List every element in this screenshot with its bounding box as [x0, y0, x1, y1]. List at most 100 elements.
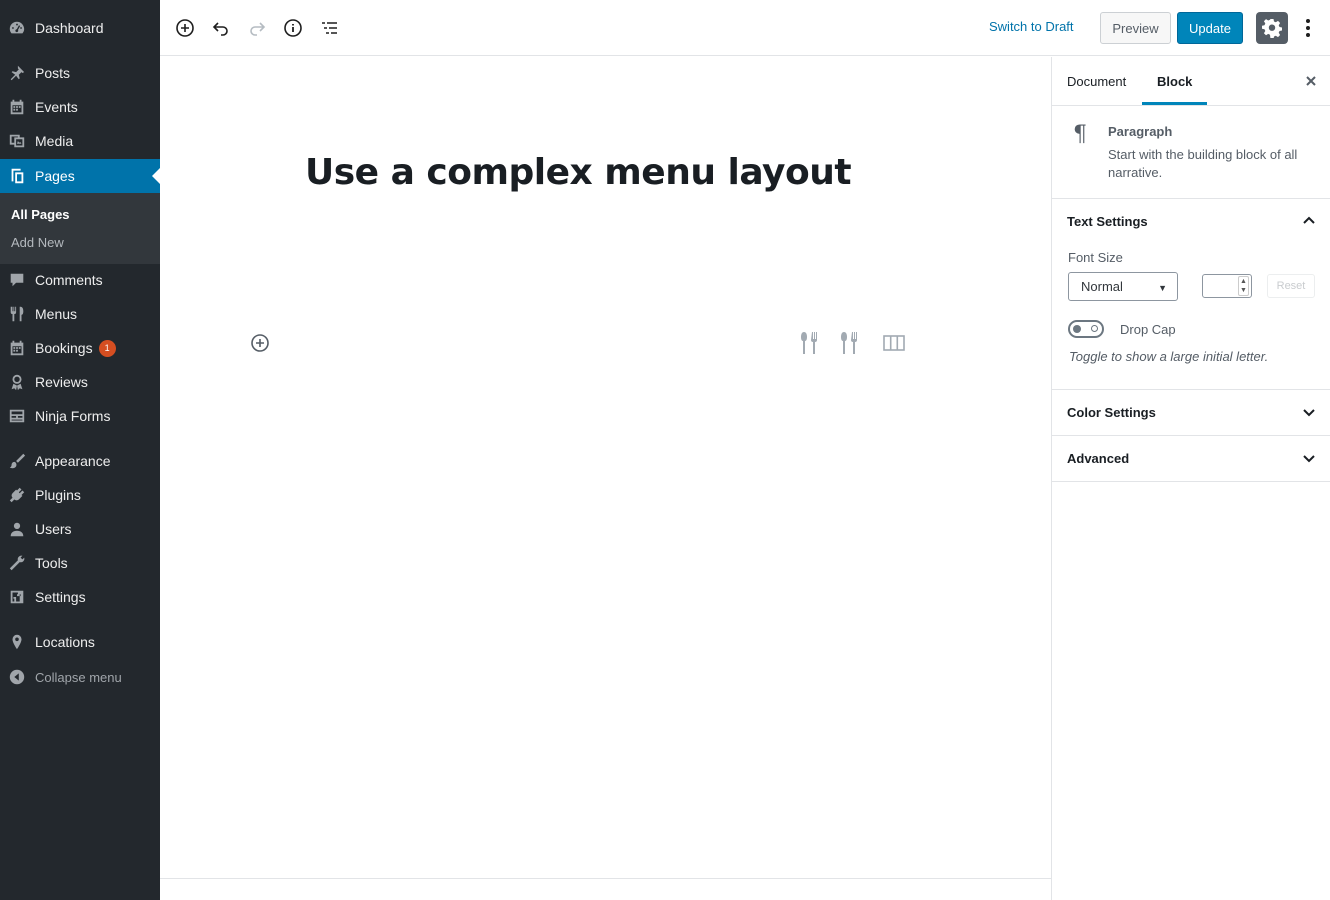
toggle-knob [1073, 325, 1081, 333]
preview-button[interactable]: Preview [1100, 12, 1171, 44]
menu-item-users[interactable]: Users [0, 512, 160, 546]
tab-block[interactable]: Block [1142, 57, 1208, 105]
menu-item-pages[interactable]: Pages [0, 159, 160, 193]
block-card-description: Start with the building block of all nar… [1108, 147, 1298, 180]
menu-label: Users [35, 521, 72, 537]
menu-item-comments[interactable]: Comments [0, 263, 160, 297]
menu-item-events[interactable]: Events [0, 90, 160, 124]
form-icon [7, 406, 27, 426]
menu-block-shortcut[interactable] [801, 330, 825, 356]
menu-item-ninja-forms[interactable]: Ninja Forms [0, 399, 160, 433]
editor-canvas: Use a complex menu layout [160, 57, 1051, 900]
award-icon [7, 372, 27, 392]
text-settings-toggle[interactable]: Text Settings [1067, 214, 1148, 229]
columns-icon [883, 335, 905, 351]
panel-divider [1052, 389, 1330, 390]
post-title[interactable]: Use a complex menu layout [305, 152, 852, 193]
columns-block-shortcut[interactable] [882, 330, 906, 356]
pin-icon [7, 63, 27, 83]
settings-sidebar: Document Block ¶ Paragraph Start with th… [1051, 57, 1330, 900]
collapse-menu-button[interactable]: Collapse menu [0, 660, 160, 694]
media-icon [7, 131, 27, 151]
submenu-all-pages[interactable]: All Pages [11, 207, 70, 222]
menu-item-posts[interactable]: Posts [0, 56, 160, 90]
calendar-icon [7, 338, 27, 358]
menu-item-reviews[interactable]: Reviews [0, 365, 160, 399]
menu-item-dashboard[interactable]: Dashboard [0, 11, 160, 45]
submenu-add-new[interactable]: Add New [11, 235, 64, 250]
update-button[interactable]: Update [1177, 12, 1243, 44]
paragraph-icon: ¶ [1073, 122, 1087, 147]
menu-item-appearance[interactable]: Appearance [0, 444, 160, 478]
redo-button[interactable] [245, 16, 269, 40]
undo-button[interactable] [209, 16, 233, 40]
canvas-divider [160, 878, 1051, 879]
menu-item-media[interactable]: Media [0, 124, 160, 158]
number-spinner[interactable]: ▲ ▼ [1238, 276, 1249, 296]
more-options-button[interactable] [1298, 16, 1318, 40]
calendar-icon [7, 97, 27, 117]
plug-icon [7, 485, 27, 505]
menu-label: Events [35, 99, 78, 115]
menu-label: Reviews [35, 374, 88, 390]
block-card-title: Paragraph [1108, 124, 1173, 139]
switch-to-draft-button[interactable]: Switch to Draft [989, 19, 1074, 34]
wrench-icon [7, 553, 27, 573]
dashboard-icon [7, 18, 27, 38]
menu-item-bookings[interactable]: Bookings 1 [0, 331, 160, 365]
advanced-toggle[interactable]: Advanced [1067, 451, 1129, 466]
menu-item-locations[interactable]: Locations [0, 625, 160, 659]
font-size-select[interactable]: Normal ▼ [1068, 272, 1178, 301]
menu-label: Locations [35, 634, 95, 650]
menu-item-tools[interactable]: Tools [0, 546, 160, 580]
vertical-ellipsis-icon [1306, 19, 1310, 37]
menu-label: Settings [35, 589, 86, 605]
menu-item-plugins[interactable]: Plugins [0, 478, 160, 512]
font-size-label: Font Size [1068, 250, 1123, 265]
fork-spoon-icon [841, 332, 857, 354]
font-size-value: Normal [1081, 279, 1123, 294]
drop-cap-help: Toggle to show a large initial letter. [1069, 349, 1269, 364]
drop-cap-label: Drop Cap [1120, 322, 1176, 337]
panel-divider [1052, 481, 1330, 482]
menu-label: Menus [35, 306, 78, 322]
toggle-off-indicator [1091, 325, 1098, 332]
menu-label: Bookings [35, 340, 93, 356]
list-icon [322, 22, 337, 34]
comment-icon [7, 270, 27, 290]
panel-divider [1052, 435, 1330, 436]
info-icon [284, 19, 302, 37]
menu-label: Appearance [35, 453, 111, 469]
close-sidebar-button[interactable] [1302, 72, 1320, 90]
reset-font-size-button[interactable]: Reset [1267, 274, 1315, 298]
menu-item-menus[interactable]: Menus [0, 297, 160, 331]
settings-toggle-button[interactable] [1256, 12, 1288, 44]
color-settings-toggle[interactable]: Color Settings [1067, 405, 1156, 420]
gear-icon [1262, 19, 1282, 38]
sidebar-tabs: Document Block [1052, 57, 1330, 106]
fork-spoon-icon [801, 332, 817, 354]
inline-inserter-button[interactable] [250, 333, 270, 353]
chevron-up-icon[interactable] [1302, 214, 1316, 228]
collapse-arrow-icon [7, 667, 27, 687]
menu-label: Tools [35, 555, 68, 571]
editor-header-toolbar: Switch to Draft Preview Update [160, 0, 1330, 56]
caret-down-icon: ▼ [1158, 283, 1167, 293]
redo-icon [250, 22, 266, 36]
tab-document[interactable]: Document [1067, 57, 1126, 105]
menu-label: Comments [35, 272, 103, 288]
plus-circle-icon [176, 19, 194, 37]
chevron-down-icon[interactable] [1302, 405, 1316, 419]
menu-block-shortcut[interactable] [841, 330, 865, 356]
content-info-button[interactable] [281, 16, 305, 40]
plus-circle-icon [251, 334, 269, 352]
drop-cap-toggle[interactable] [1068, 320, 1104, 338]
block-navigation-button[interactable] [317, 16, 341, 40]
collapse-menu-label: Collapse menu [35, 669, 122, 685]
menu-item-settings[interactable]: Settings [0, 580, 160, 614]
chevron-down-icon[interactable] [1302, 451, 1316, 465]
add-block-button[interactable] [173, 16, 197, 40]
custom-font-size-input[interactable]: ▲ ▼ [1202, 274, 1252, 298]
pages-icon [7, 166, 27, 186]
user-icon [7, 519, 27, 539]
